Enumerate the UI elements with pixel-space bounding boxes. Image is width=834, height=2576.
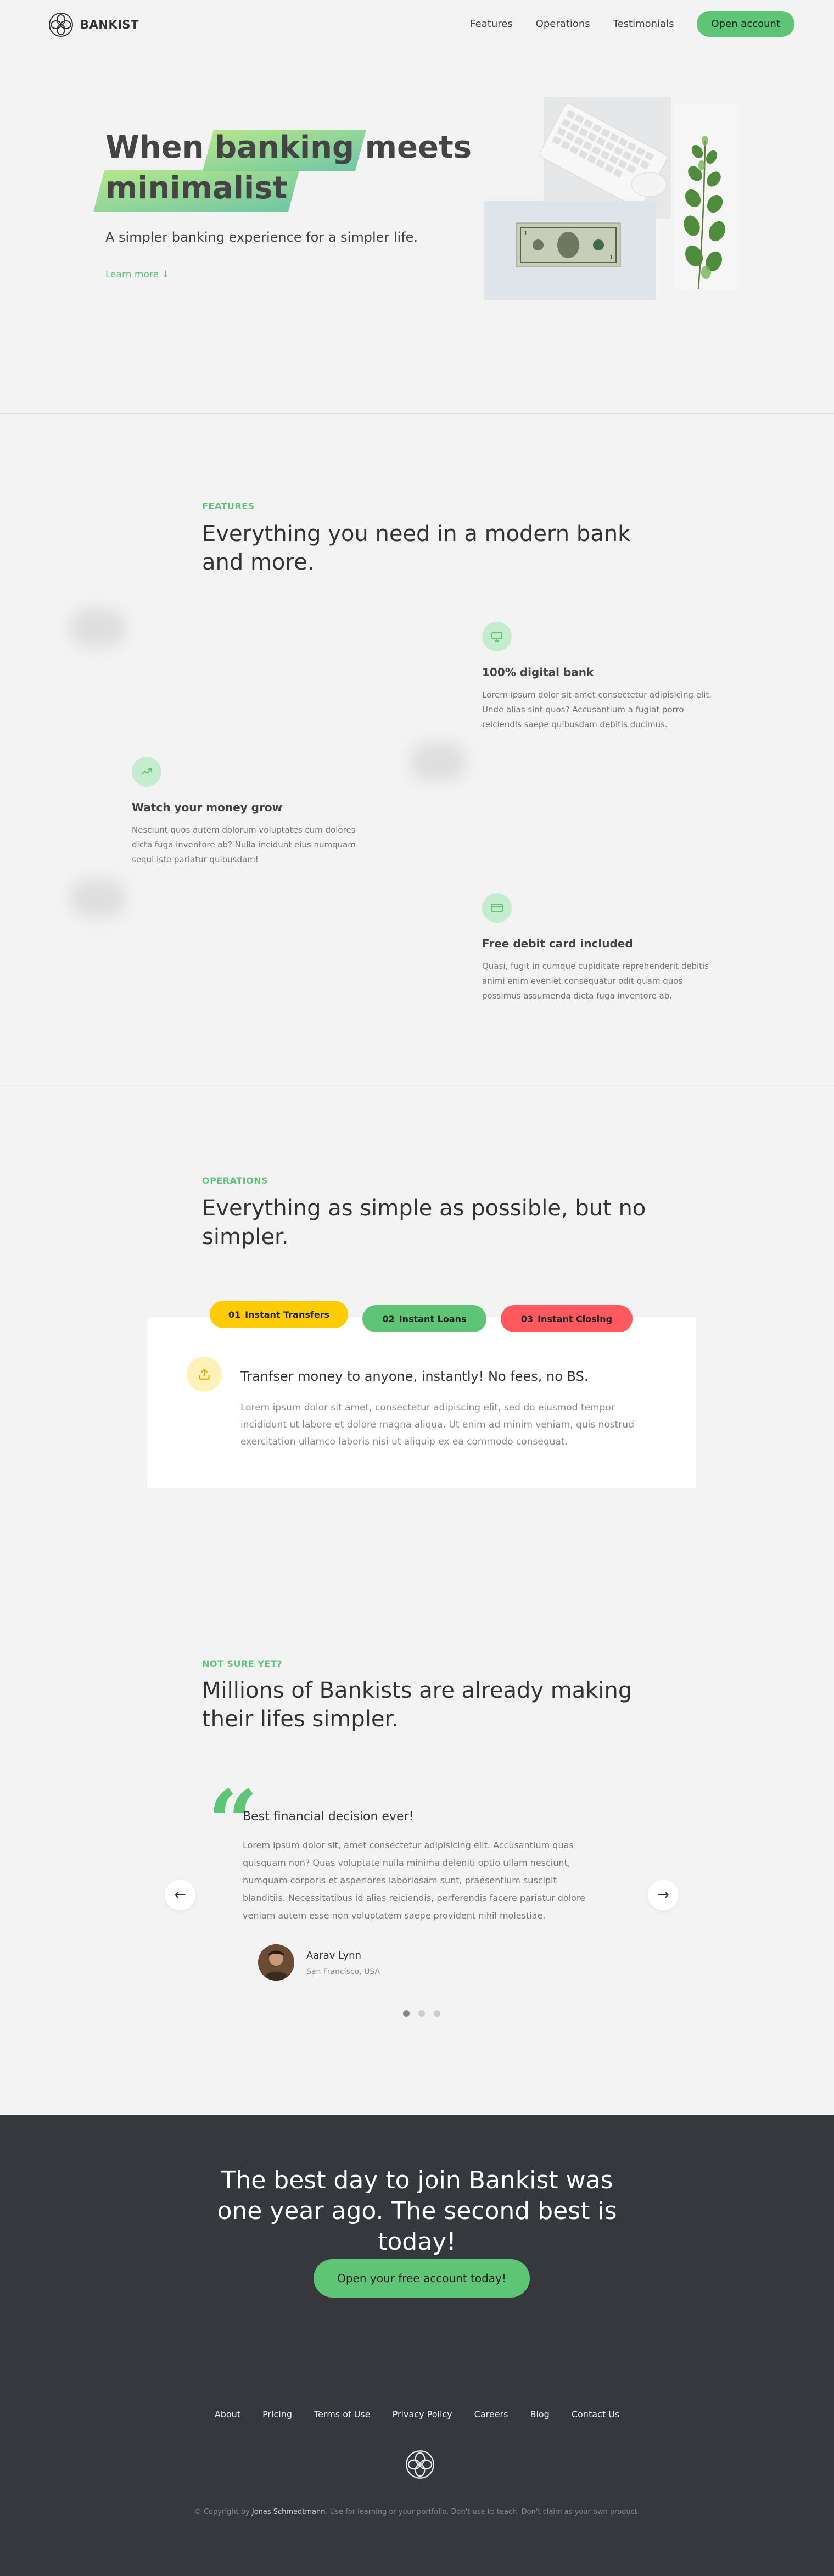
upload-icon bbox=[199, 1368, 210, 1380]
tab-instant-loans[interactable]: 02 Instant Loans bbox=[362, 1305, 486, 1332]
copyright-author-link[interactable]: Jonas Schmedtmann bbox=[252, 2508, 326, 2516]
feature-image-blurred bbox=[70, 609, 125, 647]
footer-link-blog[interactable]: Blog bbox=[530, 2409, 549, 2419]
feature-icon-wrapper bbox=[132, 757, 161, 787]
tab-number: 02 bbox=[382, 1313, 395, 1324]
trending-up-icon bbox=[141, 768, 152, 775]
tab-number: 03 bbox=[520, 1313, 534, 1324]
copyright-suffix: . Use for learning or your portfolio. Do… bbox=[325, 2508, 640, 2516]
top-navbar: BANKIST Features Operations Testimonials… bbox=[0, 0, 834, 48]
slider-dot[interactable] bbox=[434, 2010, 440, 2017]
features-section-title: Everything you need in a modern bank and… bbox=[202, 521, 631, 575]
footer-links: About Pricing Terms of Use Privacy Polic… bbox=[0, 2409, 834, 2419]
hero-illustration: 1 1 bbox=[484, 97, 739, 300]
hero-title: When banking meets minimalist bbox=[105, 127, 490, 209]
testimonial-text: Lorem ipsum dolor sit, amet consectetur … bbox=[243, 1840, 586, 1921]
testimonials-section-label: NOT SURE YET? bbox=[202, 1659, 283, 1669]
hero-title-highlight: minimalist bbox=[105, 168, 287, 209]
footer-link-privacy[interactable]: Privacy Policy bbox=[393, 2409, 452, 2419]
feature-text: Nesciunt quos autem dolorum voluptates c… bbox=[132, 825, 356, 865]
feature-icon-wrapper bbox=[482, 622, 512, 651]
nav-link-features[interactable]: Features bbox=[470, 18, 512, 30]
operations-section-label: OPERATIONS bbox=[202, 1175, 268, 1186]
footer-link-about[interactable]: About bbox=[215, 2409, 240, 2419]
feature-image-blurred bbox=[70, 879, 125, 917]
svg-text:1: 1 bbox=[524, 230, 528, 237]
user-photo bbox=[258, 1944, 294, 1981]
section-divider bbox=[0, 413, 834, 414]
tab-label: Instant Loans bbox=[399, 1313, 467, 1324]
copyright-prefix: © Copyright by bbox=[194, 2508, 250, 2516]
signup-title-text: The best day to join Bankist was one yea… bbox=[217, 2166, 617, 2256]
tab-label: Instant Transfers bbox=[245, 1309, 330, 1320]
credit-card-icon bbox=[491, 904, 503, 912]
operation-text: Lorem ipsum dolor sit amet, consectetur … bbox=[240, 1402, 634, 1447]
operations-section-title: Everything as simple as possible, but no… bbox=[202, 1196, 646, 1250]
brand-logo[interactable]: BANKIST bbox=[48, 12, 139, 37]
footer-link-careers[interactable]: Careers bbox=[474, 2409, 508, 2419]
feature-title: 100% digital bank bbox=[482, 666, 594, 679]
brand-name: BANKIST bbox=[80, 18, 139, 31]
footer-link-terms[interactable]: Terms of Use bbox=[314, 2409, 371, 2419]
feature-title: Free debit card included bbox=[482, 937, 633, 950]
feature-icon-wrapper bbox=[482, 893, 512, 923]
feature-image-blurred bbox=[411, 743, 466, 781]
testimonials-section-title: Millions of Bankists are already making … bbox=[202, 1678, 633, 1732]
feature-text: Quasi, fugit in cumque cupiditate repreh… bbox=[482, 961, 709, 1001]
hero-subtitle: A simpler banking experience for a simpl… bbox=[105, 230, 418, 245]
testimonial-author-location: San Francisco, USA bbox=[306, 1967, 380, 1976]
signup-title: The best day to join Bankist was one yea… bbox=[0, 2165, 834, 2257]
open-free-account-button[interactable]: Open your free account today! bbox=[314, 2259, 530, 2298]
hero-title-word: meets bbox=[365, 130, 472, 165]
slider-next-button[interactable]: → bbox=[648, 1880, 679, 1910]
hero-title-highlight: banking bbox=[215, 127, 354, 168]
testimonial-author-name: Aarav Lynn bbox=[306, 1950, 361, 1961]
copyright-text: © Copyright by Jonas Schmedtmann. Use fo… bbox=[0, 2508, 834, 2516]
svg-text:1: 1 bbox=[609, 254, 613, 261]
tab-instant-transfers[interactable]: 01 Instant Transfers bbox=[210, 1301, 348, 1328]
tab-instant-closing[interactable]: 03 Instant Closing bbox=[501, 1305, 633, 1332]
open-account-button[interactable]: Open account bbox=[697, 11, 794, 37]
avatar bbox=[258, 1944, 294, 1981]
slider-dot-active[interactable] bbox=[403, 2010, 410, 2017]
feature-text: Lorem ipsum dolor sit amet consectetur a… bbox=[482, 690, 712, 729]
tab-label: Instant Closing bbox=[538, 1313, 613, 1324]
monitor-icon bbox=[491, 632, 502, 642]
nav-links: Features Operations Testimonials Open ac… bbox=[470, 11, 794, 37]
operation-icon-wrapper bbox=[187, 1357, 222, 1392]
footer-link-contact[interactable]: Contact Us bbox=[572, 2409, 619, 2419]
nav-link-testimonials[interactable]: Testimonials bbox=[613, 18, 674, 30]
learn-more-link[interactable]: Learn more ↓ bbox=[105, 269, 170, 282]
operation-heading: Tranfser money to anyone, instantly! No … bbox=[240, 1369, 589, 1384]
testimonial-heading: Best financial decision ever! bbox=[243, 1810, 414, 1824]
nav-link-operations[interactable]: Operations bbox=[536, 18, 590, 30]
feature-title: Watch your money grow bbox=[132, 801, 283, 814]
features-section-label: FEATURES bbox=[202, 501, 255, 511]
bankist-logo-icon bbox=[49, 13, 73, 37]
tab-number: 01 bbox=[228, 1309, 241, 1320]
footer-link-pricing[interactable]: Pricing bbox=[262, 2409, 292, 2419]
slider-prev-button[interactable]: ← bbox=[165, 1880, 195, 1910]
footer-logo-icon bbox=[406, 2450, 434, 2479]
slider-dot[interactable] bbox=[418, 2010, 425, 2017]
hero-title-word: When bbox=[105, 130, 204, 165]
